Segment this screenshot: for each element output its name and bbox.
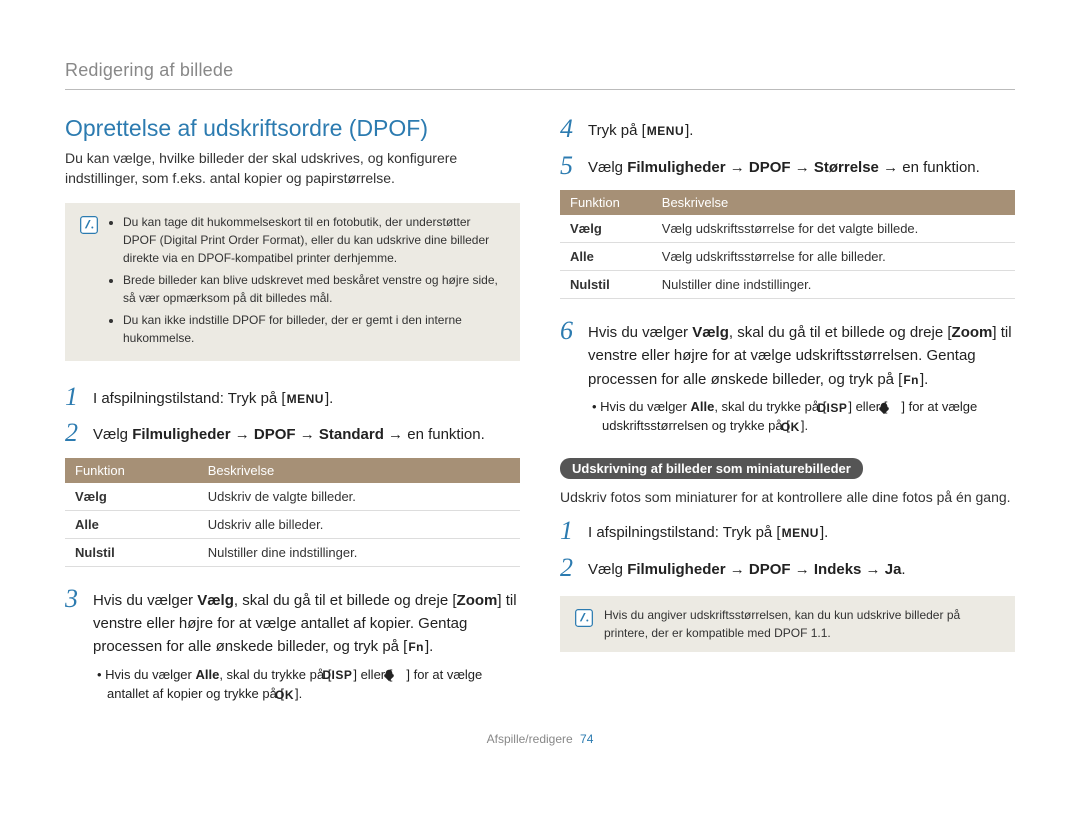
note-box: Du kan tage dit hukommelseskort til en f… [65,203,520,361]
step-number: 4 [560,115,578,144]
macro-icon [887,401,901,415]
options-table-left: Funktion Beskrivelse Vælg Udskriv de val… [65,458,520,567]
step-6-sub: • Hvis du vælger Alle, skal du trykke på… [588,397,1015,436]
right-column: 4 Tryk på [MENU]. 5 Vælg Filmuligheder →… [560,115,1015,712]
step-number: 3 [65,585,83,614]
page-footer: Afspille/redigere 74 [65,732,1015,746]
note-box-2: Hvis du angiver udskriftsstørrelsen, kan… [560,596,1015,652]
step-number: 2 [560,554,578,583]
menu-button-label: MENU [646,125,685,137]
intro-paragraph: Du kan vælge, hvilke billeder der skal u… [65,148,520,189]
right-step-2: 2 Vælg Filmuligheder → DPOF → Indeks → J… [560,554,1015,583]
menu-button-label: MENU [781,527,820,539]
left-column: Oprettelse af udskriftsordre (DPOF) Du k… [65,115,520,712]
note-icon [79,215,99,235]
ok-button-label: OK [284,689,295,701]
step-5: 5 Vælg Filmuligheder → DPOF → Størrelse … [560,152,1015,181]
table-row: Alle Udskriv alle billeder. [65,510,520,538]
table-row: Alle Vælg udskriftsstørrelse for alle bi… [560,243,1015,271]
note-item: Brede billeder kan blive udskrevet med b… [123,271,506,307]
step-number: 5 [560,152,578,181]
table-header: Beskrivelse [198,458,520,483]
table-header: Funktion [560,190,652,215]
note-text: Hvis du angiver udskriftsstørrelsen, kan… [604,608,960,640]
footer-section: Afspille/redigere [487,732,573,746]
table-row: Nulstil Nulstiller dine indstillinger. [65,538,520,566]
fn-button-label: Fn [902,374,920,386]
section-heading: Oprettelse af udskriftsordre (DPOF) [65,115,520,142]
macro-icon [392,668,406,682]
ok-button-label: OK [790,421,801,433]
step-3: 3 Hvis du vælger Vælg, skal du gå til et… [65,585,520,704]
step-4: 4 Tryk på [MENU]. [560,115,1015,144]
step-number: 6 [560,317,578,346]
step-6: 6 Hvis du vælger Vælg, skal du gå til et… [560,317,1015,436]
menu-button-label: MENU [286,393,325,405]
table-row: Vælg Udskriv de valgte billeder. [65,483,520,511]
page-number: 74 [580,732,593,746]
step-2: 2 Vælg Filmuligheder → DPOF → Standard →… [65,419,520,448]
subsection-pill: Udskrivning af billeder som miniaturebil… [560,458,863,479]
table-header: Funktion [65,458,198,483]
fn-button-label: Fn [407,641,425,653]
note-icon [574,608,594,628]
step-3-sub: • Hvis du vælger Alle, skal du trykke på… [93,665,520,704]
options-table-right: Funktion Beskrivelse Vælg Vælg udskrifts… [560,190,1015,299]
pill-paragraph: Udskriv fotos som miniaturer for at kont… [560,487,1015,507]
note-item: Du kan ikke indstille DPOF for billeder,… [123,311,506,347]
note-item: Du kan tage dit hukommelseskort til en f… [123,213,506,267]
step-number: 1 [65,383,83,412]
step-1: 1 I afspilningstilstand: Tryk på [MENU]. [65,383,520,412]
table-header: Beskrivelse [652,190,1015,215]
disp-button-label: DISP [331,669,353,681]
table-row: Vælg Vælg udskriftsstørrelse for det val… [560,215,1015,243]
right-step-1: 1 I afspilningstilstand: Tryk på [MENU]. [560,517,1015,546]
table-row: Nulstil Nulstiller dine indstillinger. [560,271,1015,299]
breadcrumb: Redigering af billede [65,60,1015,90]
step-number: 1 [560,517,578,546]
step-number: 2 [65,419,83,448]
disp-button-label: DISP [826,402,848,414]
